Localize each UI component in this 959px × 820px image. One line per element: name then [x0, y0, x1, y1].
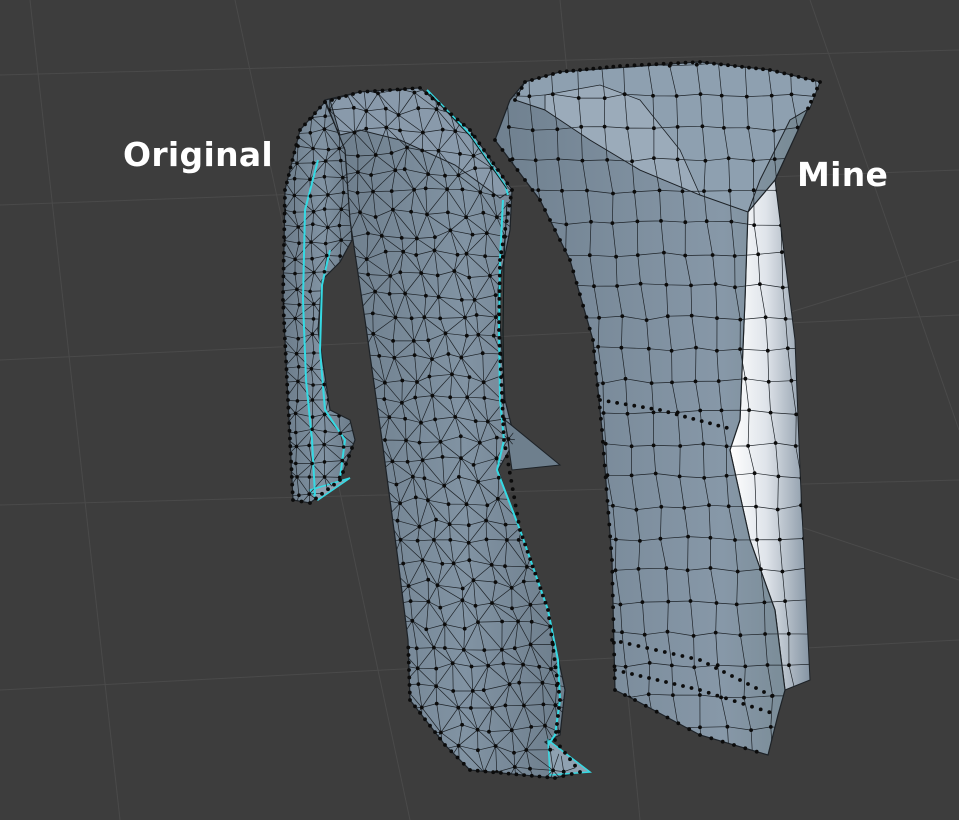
original-waist-tab[interactable] — [504, 418, 562, 471]
label-original: Original — [123, 135, 274, 174]
viewport-scene[interactable] — [0, 0, 959, 820]
label-mine: Mine — [797, 155, 889, 194]
3d-viewport[interactable]: Original Mine — [0, 0, 959, 820]
